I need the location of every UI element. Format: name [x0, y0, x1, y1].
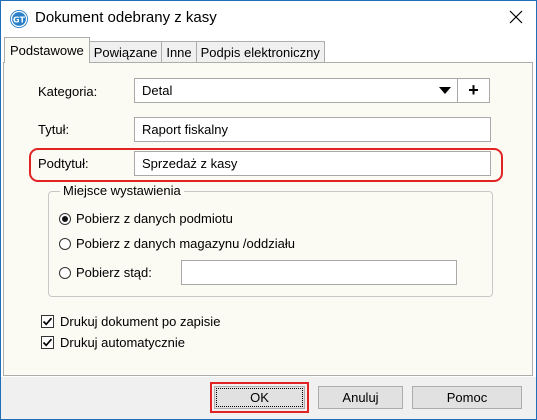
window-title: Dokument odebrany z kasy — [35, 9, 217, 26]
radio-label: Pobierz stąd: — [76, 265, 152, 280]
tab-inne[interactable]: Inne — [161, 41, 197, 63]
tab-podstawowe[interactable]: Podstawowe — [4, 37, 90, 63]
radio-button[interactable] — [59, 212, 71, 225]
place-legend: Miejsce wystawienia — [60, 183, 184, 198]
svg-text:GT: GT — [13, 16, 25, 25]
tab-podpis-elektroniczny[interactable]: Podpis elektroniczny — [195, 41, 325, 63]
tab-powiazane[interactable]: Powiązane — [88, 41, 163, 63]
category-value: Detal — [142, 83, 173, 98]
title-bar[interactable]: GT Dokument odebrany z kasy — [1, 1, 536, 35]
cancel-button[interactable]: Anuluj — [318, 386, 403, 409]
help-button[interactable]: Pomoc — [412, 386, 522, 409]
checkmark-icon — [42, 317, 53, 326]
category-select[interactable]: Detal — [134, 78, 458, 103]
ok-button[interactable]: OK — [214, 386, 305, 409]
radio-from-here[interactable]: Pobierz stąd: — [59, 265, 152, 280]
tab-strip: Podstawowe Powiązane Inne Podpis elektro… — [4, 37, 325, 63]
print-auto-option[interactable]: Drukuj automatycznie — [41, 335, 185, 350]
place-custom-input[interactable] — [181, 260, 457, 285]
ok-button-label: OK — [250, 390, 269, 405]
title-label: Tytuł: — [38, 122, 70, 137]
category-label: Kategoria: — [38, 84, 98, 99]
print-after-save-option[interactable]: Drukuj dokument po zapisie — [41, 314, 220, 329]
checkbox-label: Drukuj automatycznie — [60, 335, 185, 350]
checkbox[interactable] — [41, 315, 54, 328]
title-input[interactable]: Raport fiskalny — [134, 117, 491, 142]
subtitle-label: Podtytuł: — [38, 156, 89, 171]
radio-from-subject[interactable]: Pobierz z danych podmiotu — [59, 211, 233, 226]
checkbox[interactable] — [41, 336, 54, 349]
radio-from-warehouse[interactable]: Pobierz z danych magazynu /oddziału — [59, 236, 295, 251]
radio-button[interactable] — [59, 237, 71, 250]
close-icon — [509, 10, 523, 27]
close-button[interactable] — [500, 3, 532, 33]
subtitle-input[interactable]: Sprzedaż z kasy — [134, 151, 491, 176]
checkmark-icon — [42, 338, 53, 347]
app-logo-icon: GT — [9, 9, 29, 29]
radio-button[interactable] — [59, 266, 71, 279]
radio-label: Pobierz z danych podmiotu — [76, 211, 233, 226]
dropdown-arrow-icon[interactable] — [433, 79, 457, 102]
dialog-window: GT Dokument odebrany z kasy Podstawowe P… — [0, 0, 537, 420]
radio-label: Pobierz z danych magazynu /oddziału — [76, 236, 295, 251]
add-category-button[interactable]: + — [457, 78, 490, 103]
checkbox-label: Drukuj dokument po zapisie — [60, 314, 221, 329]
